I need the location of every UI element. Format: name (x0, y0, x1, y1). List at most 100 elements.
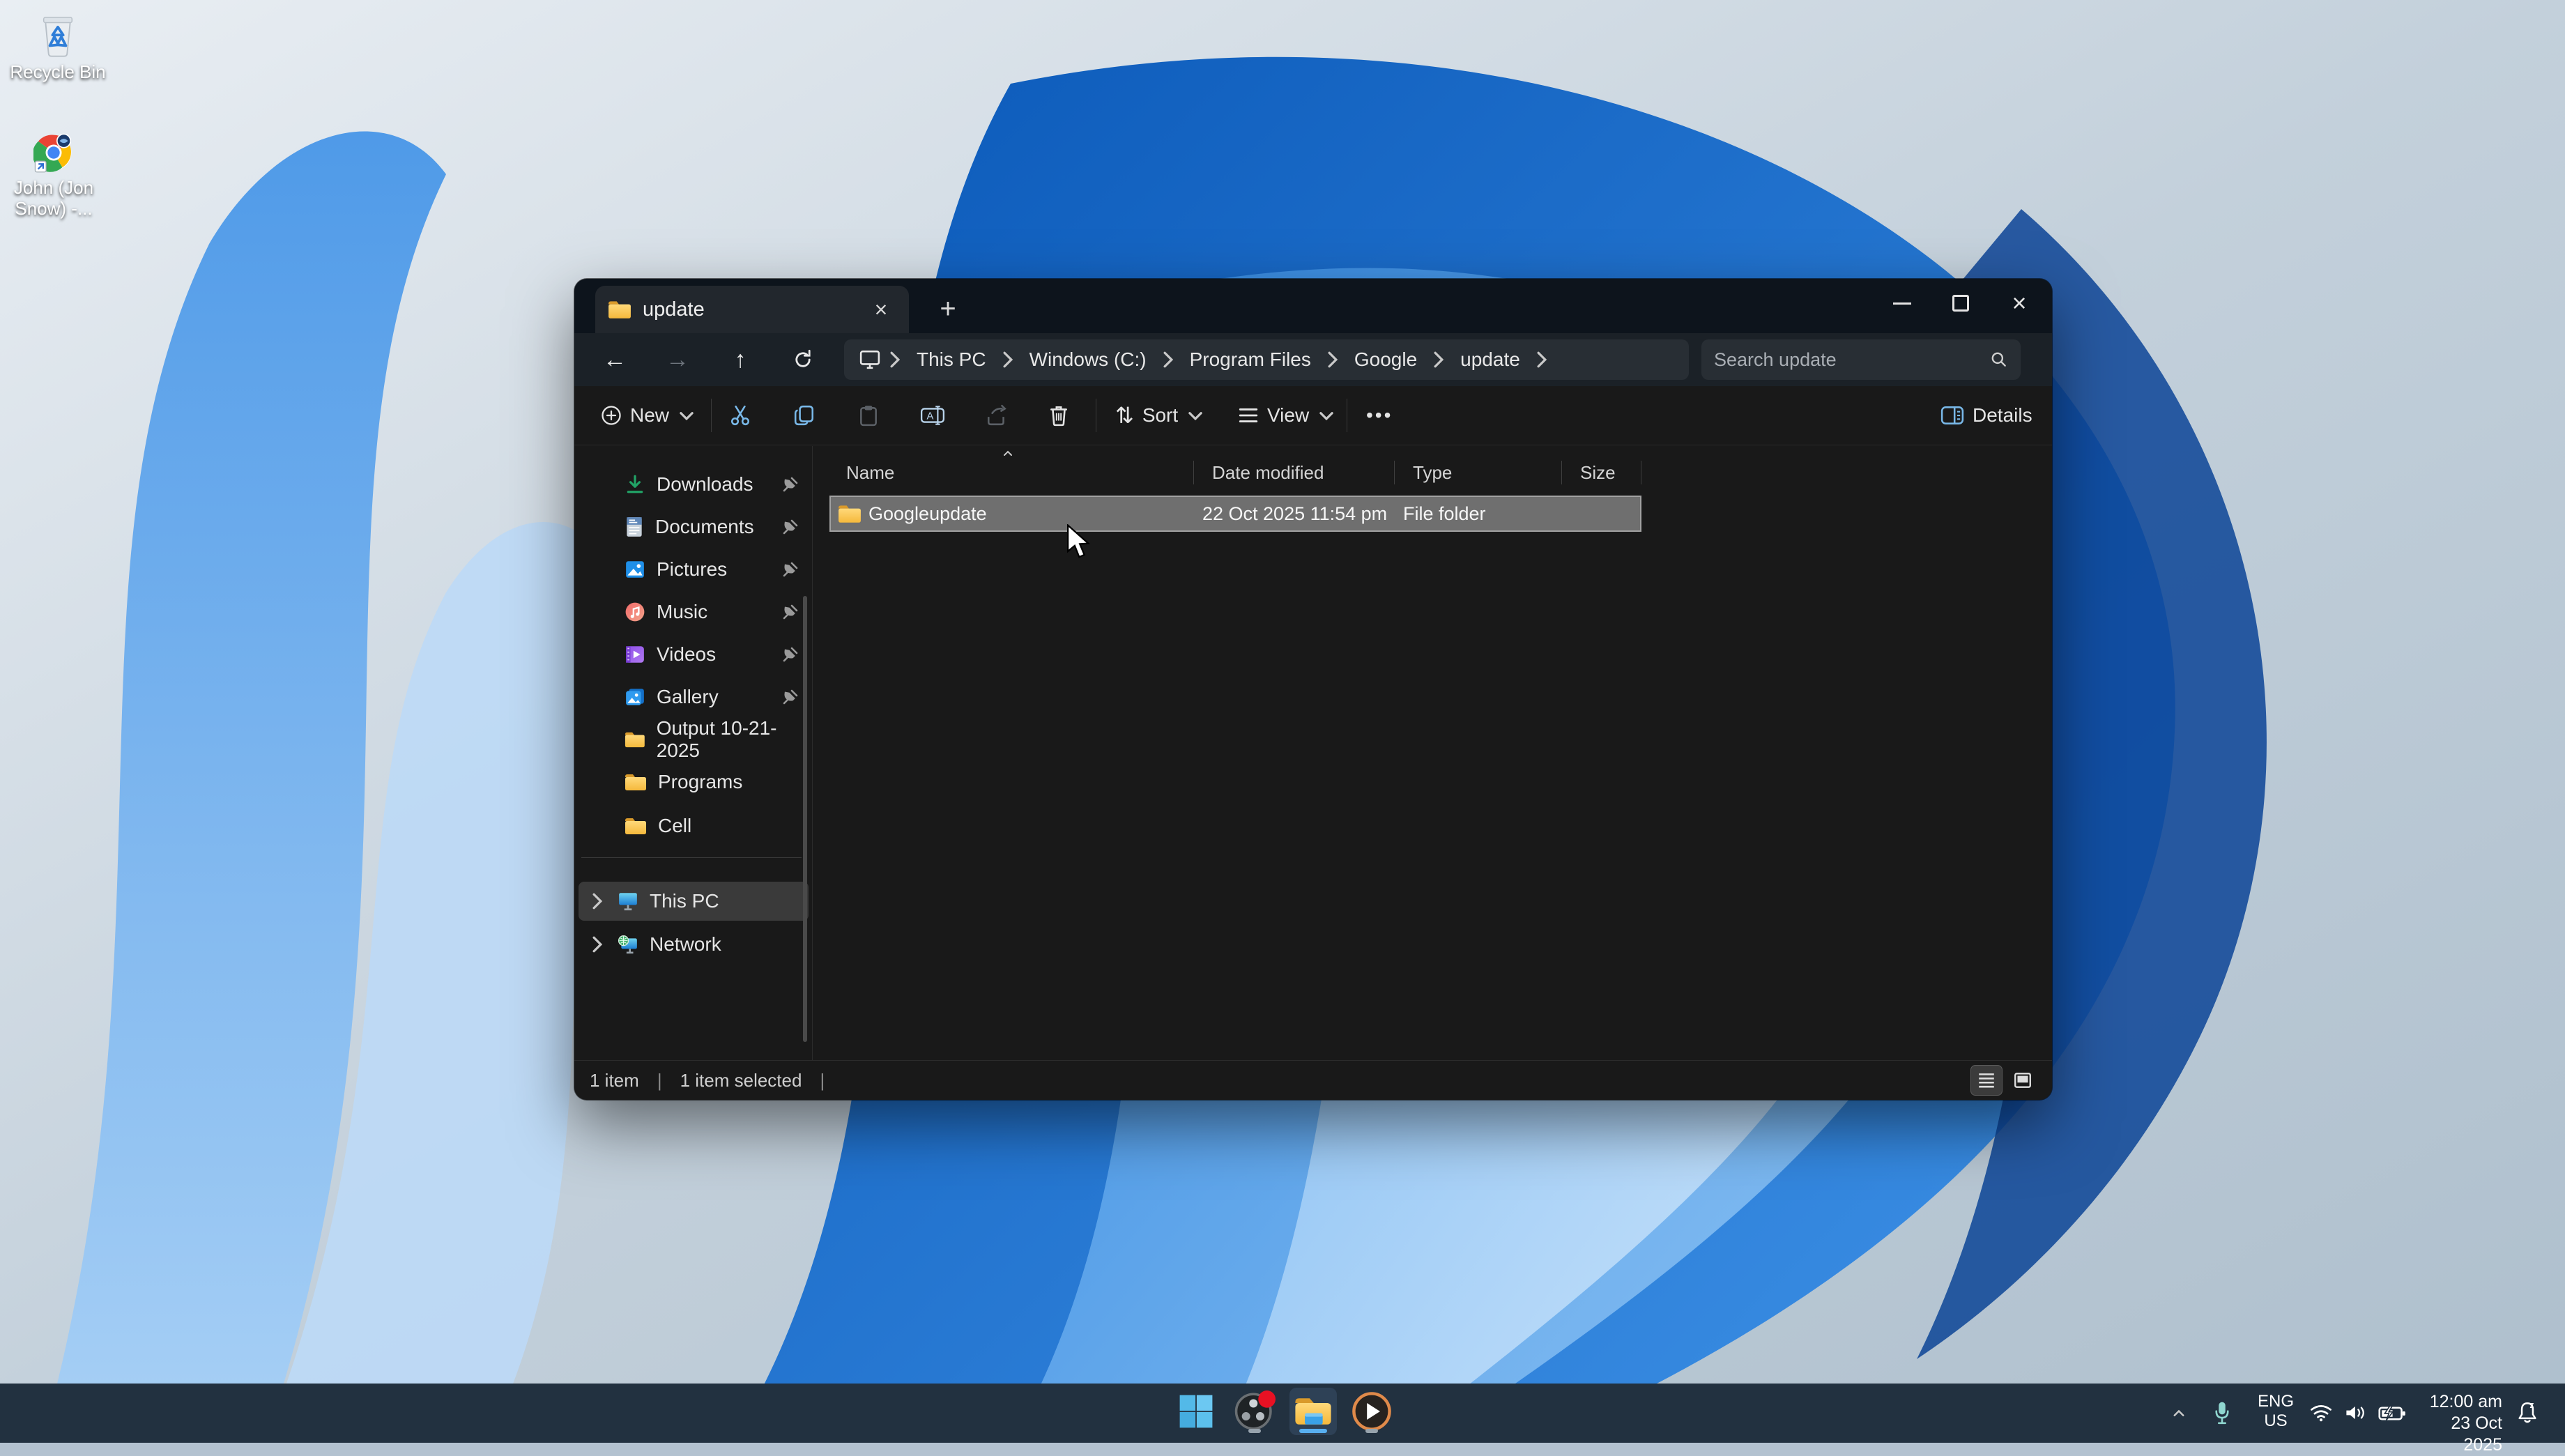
folder-icon (625, 773, 647, 791)
back-button[interactable]: ← (595, 340, 634, 379)
command-bar: New ⇅ Sort View ••• (574, 386, 2052, 445)
column-header-date-modified[interactable]: Date modified (1194, 461, 1395, 484)
sidebar-item-output-folder[interactable]: Output 10-21-2025 (579, 720, 809, 759)
battery-status[interactable] (2375, 1400, 2409, 1427)
sort-arrows-icon: ⇅ (1115, 402, 1134, 429)
breadcrumb-program-files[interactable]: Program Files (1183, 348, 1318, 371)
chevron-down-icon (1186, 406, 1204, 424)
new-tab-button[interactable]: + (930, 291, 966, 328)
pin-icon (782, 561, 799, 578)
maximize-button[interactable] (1938, 283, 1984, 323)
tray-overflow-button[interactable] (2164, 1400, 2194, 1425)
sidebar-item-documents[interactable]: Documents (579, 507, 809, 546)
chevron-right-icon (886, 351, 904, 369)
breadcrumb-update[interactable]: update (1453, 348, 1527, 371)
sidebar-scrollbar[interactable] (803, 596, 807, 1042)
sidebar-separator (581, 857, 802, 858)
sidebar-item-music[interactable]: Music (579, 592, 809, 631)
sidebar-item-downloads[interactable]: Downloads (579, 465, 809, 504)
desktop-icon-label: John (Jon Snow) -... (8, 177, 99, 219)
sidebar-item-pictures[interactable]: Pictures (579, 550, 809, 589)
cut-button[interactable] (719, 394, 761, 436)
clock-time: 12:00 am (2413, 1391, 2502, 1413)
view-label: View (1267, 404, 1309, 427)
sidebar-item-cell-folder[interactable]: Cell (579, 806, 809, 845)
delete-button[interactable] (1039, 394, 1079, 436)
taskbar: ENG US 12:00 am 23 Oct 2025 (0, 1384, 2565, 1443)
breadcrumb-this-pc[interactable]: This PC (910, 348, 993, 371)
clock[interactable]: 12:00 am 23 Oct 2025 (2413, 1391, 2502, 1436)
sidebar-item-label: Programs (658, 771, 742, 793)
chevron-right-icon[interactable] (588, 892, 606, 910)
breadcrumb[interactable]: This PC Windows (C:) Program Files Googl… (844, 339, 1689, 380)
search-input[interactable] (1714, 349, 1990, 371)
thumbnail-view-toggle[interactable] (2007, 1066, 2038, 1095)
taskbar-obs-button[interactable] (1231, 1388, 1278, 1435)
up-button[interactable]: ↑ (721, 340, 760, 379)
file-type: File folder (1403, 503, 1486, 525)
column-headers: Name Date modified Type Size (828, 457, 1641, 489)
breadcrumb-google[interactable]: Google (1347, 348, 1424, 371)
sidebar-item-gallery[interactable]: Gallery (579, 677, 809, 716)
this-pc-icon (618, 891, 638, 911)
videos-icon (625, 645, 645, 664)
file-row-googleupdate[interactable]: Googleupdate 22 Oct 2025 11:54 pm File f… (829, 496, 1641, 532)
tab-close-button[interactable]: × (866, 294, 896, 325)
column-header-type[interactable]: Type (1395, 461, 1562, 484)
windows-start-icon (1177, 1393, 1215, 1430)
column-header-size[interactable]: Size (1562, 461, 1641, 484)
taskbar-file-explorer-button[interactable] (1289, 1388, 1337, 1435)
file-date-modified: 22 Oct 2025 11:54 pm (1202, 503, 1387, 525)
close-button[interactable]: × (1996, 283, 2042, 323)
column-header-name[interactable]: Name (828, 461, 1194, 484)
sidebar-item-label: Output 10-21-2025 (657, 717, 809, 762)
volume-status[interactable] (2341, 1399, 2371, 1427)
notification-center-button[interactable] (2509, 1397, 2545, 1428)
chevron-right-icon (1159, 351, 1177, 369)
sort-label: Sort (1142, 404, 1178, 427)
refresh-button[interactable] (783, 340, 822, 379)
copy-button[interactable] (783, 394, 825, 436)
battery-charging-icon (2378, 1405, 2406, 1422)
new-plus-icon (601, 405, 622, 426)
more-options-button[interactable]: ••• (1356, 394, 1402, 436)
maximize-icon (1952, 295, 1969, 312)
language-switcher[interactable]: ENG US (2250, 1392, 2302, 1434)
navigation-pane: Downloads Documents Pictures Music Video (574, 446, 813, 1060)
selection-count: 1 item selected (680, 1070, 802, 1091)
sidebar-item-programs-folder[interactable]: Programs (579, 763, 809, 802)
main-area: Downloads Documents Pictures Music Video (574, 446, 2052, 1060)
thumbnail-view-icon (2013, 1071, 2032, 1089)
status-divider: | (657, 1070, 662, 1091)
new-button[interactable]: New (591, 394, 705, 436)
wifi-status[interactable] (2306, 1399, 2336, 1427)
sidebar-item-label: Cell (658, 815, 691, 837)
microphone-icon (2213, 1400, 2231, 1425)
taskbar-media-player-button[interactable] (1348, 1388, 1395, 1435)
paste-button (848, 394, 889, 436)
sort-button[interactable]: ⇅ Sort (1105, 394, 1214, 436)
view-button[interactable]: View (1228, 394, 1345, 436)
folder-icon (608, 300, 631, 319)
sidebar-item-this-pc[interactable]: This PC (579, 882, 809, 921)
details-pane-button[interactable]: Details (1931, 394, 2042, 436)
sidebar-item-network[interactable]: Network (579, 925, 809, 964)
search-box[interactable] (1701, 339, 2021, 380)
desktop-icon-recycle-bin[interactable]: Recycle Bin (6, 11, 110, 82)
start-button[interactable] (1172, 1388, 1220, 1435)
chevron-right-icon[interactable] (588, 935, 606, 953)
running-indicator (1365, 1429, 1378, 1433)
tab-update[interactable]: update × (595, 286, 909, 333)
details-view-toggle[interactable] (1971, 1066, 2002, 1095)
sidebar-item-videos[interactable]: Videos (579, 635, 809, 674)
desktop-icon-chrome-profile[interactable]: John (Jon Snow) -... (8, 132, 99, 219)
minimize-button[interactable] (1879, 283, 1925, 323)
recycle-bin-icon (38, 11, 78, 57)
breadcrumb-windows-c[interactable]: Windows (C:) (1023, 348, 1154, 371)
new-label: New (630, 404, 669, 427)
sidebar-item-label: Network (650, 933, 721, 956)
rename-button[interactable] (910, 394, 955, 436)
sidebar-item-label: Videos (657, 643, 716, 666)
microphone-indicator[interactable] (2207, 1393, 2237, 1432)
folder-icon (838, 504, 862, 523)
